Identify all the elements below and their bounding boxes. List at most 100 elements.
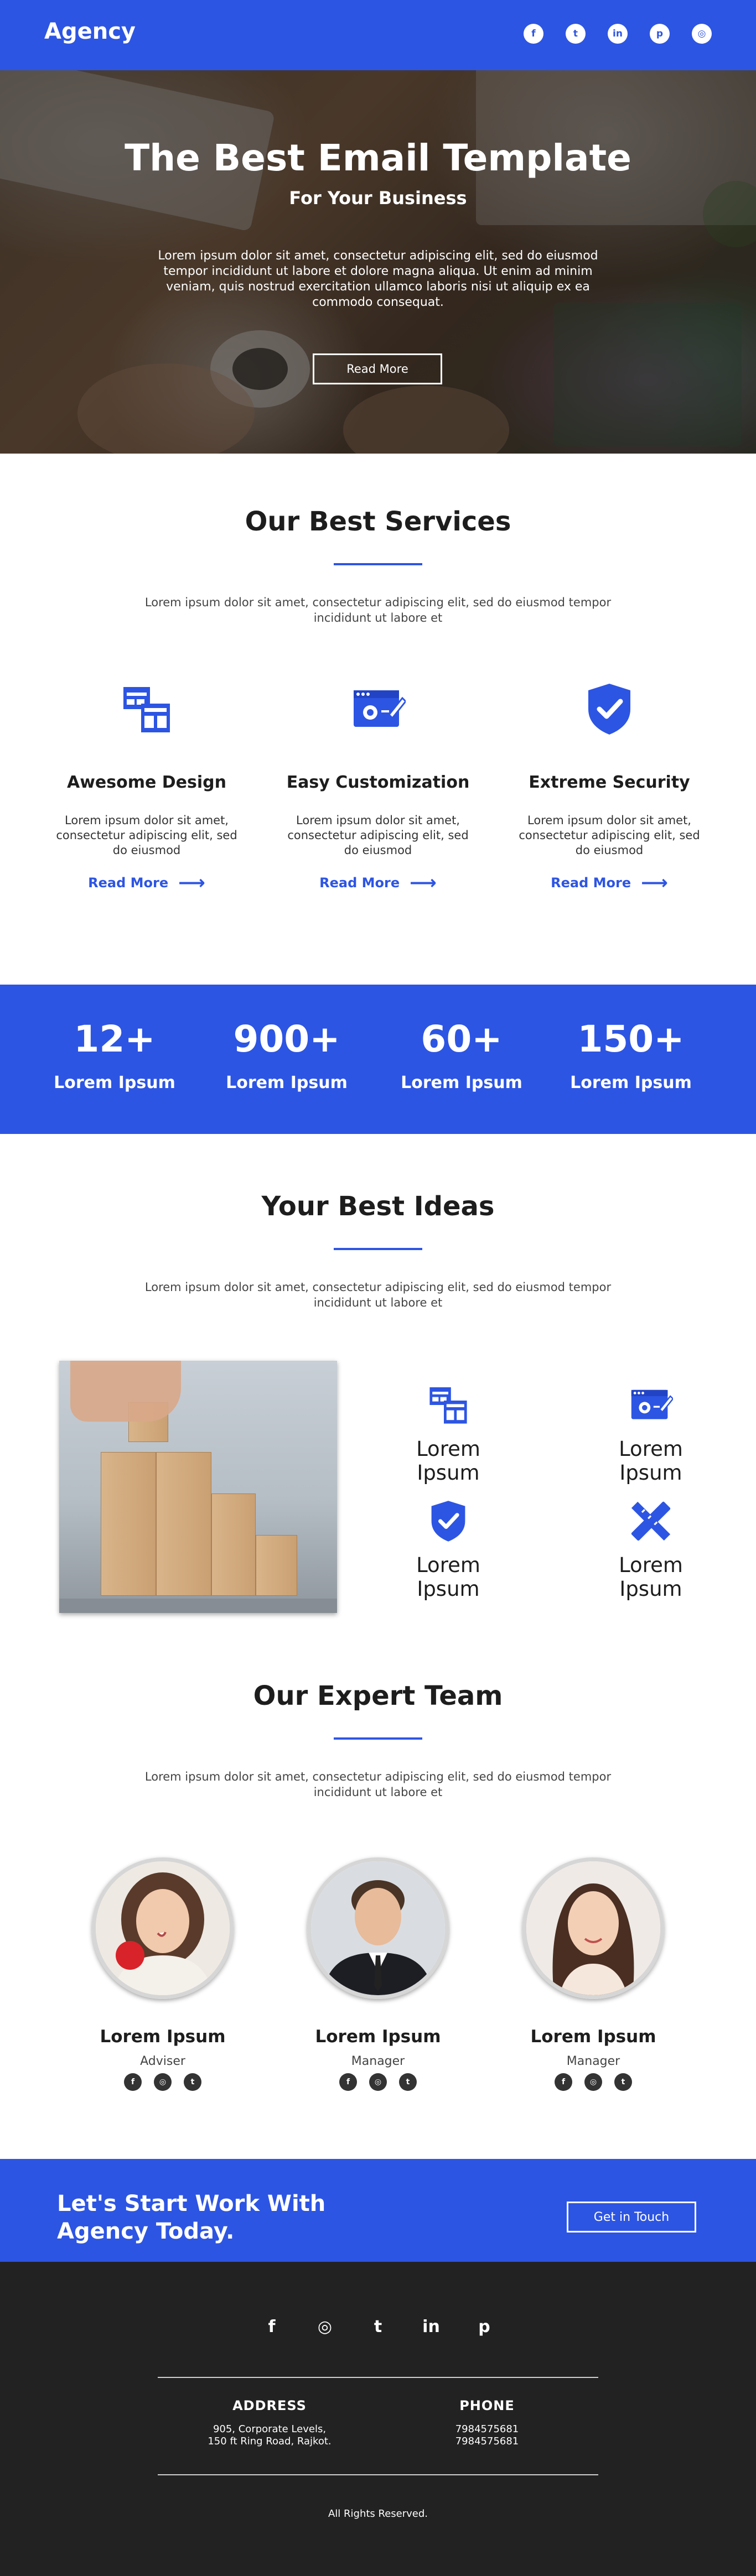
address-heading: ADDRESS — [232, 2398, 307, 2413]
idea-label: Lorem Ipsum — [416, 1553, 480, 1601]
services-subtitle: Lorem ipsum dolor sit amet, consectetur … — [144, 596, 612, 625]
member-name: Lorem Ipsum — [530, 2027, 656, 2047]
member-name: Lorem Ipsum — [100, 2027, 226, 2047]
services-divider — [334, 563, 422, 565]
facebook-icon[interactable]: f — [524, 24, 543, 44]
read-more-label: Read More — [88, 875, 169, 891]
ideas-title: Your Best Ideas — [261, 1191, 495, 1222]
team-title: Our Expert Team — [253, 1680, 503, 1711]
cta-band: Let's Start Work With Agency Today. Get … — [0, 2159, 756, 2262]
twitter-icon[interactable]: t — [614, 2073, 632, 2091]
arrow-right-icon: ⟶ — [410, 872, 437, 894]
hero-read-more-button[interactable]: Read More — [313, 353, 442, 384]
address-line: 150 ft Ring Road, Rajkot. — [208, 2436, 332, 2447]
service-text: Lorem ipsum dolor sit amet, consectetur … — [519, 814, 700, 857]
stat-label: Lorem Ipsum — [570, 1073, 692, 1092]
service-text: Lorem ipsum dolor sit amet, consectetur … — [56, 814, 237, 857]
footer-divider — [158, 2474, 598, 2475]
get-in-touch-button[interactable]: Get in Touch — [567, 2202, 696, 2232]
idea-label: Lorem Ipsum — [619, 1553, 683, 1601]
browser-settings-icon — [354, 690, 406, 727]
avatar — [92, 1857, 234, 1999]
footer: f ◎ t in p ADDRESS 905, Corporate Levels… — [0, 2262, 756, 2576]
service-read-more-link[interactable]: Read More ⟶ — [80, 872, 213, 894]
design-tools-icon — [631, 1501, 671, 1541]
hand-shape — [70, 1361, 181, 1422]
hero-text: Lorem ipsum dolor sit amet, consectetur … — [158, 249, 598, 309]
stat-label: Lorem Ipsum — [54, 1073, 175, 1092]
twitter-icon[interactable]: t — [184, 2073, 201, 2091]
cta-title: Let's Start Work With Agency Today. — [57, 2191, 326, 2244]
idea-label: Lorem Ipsum — [416, 1437, 480, 1485]
pinterest-icon[interactable]: p — [473, 2317, 495, 2336]
team-divider — [334, 1737, 422, 1740]
hero-title: The Best Email Template — [125, 137, 631, 179]
layout-icon — [123, 687, 170, 732]
footer-divider — [158, 2377, 598, 2378]
stat-number: 900+ — [233, 1018, 340, 1060]
linkedin-icon[interactable]: in — [608, 24, 628, 44]
instagram-icon[interactable]: ◎ — [314, 2317, 336, 2336]
member-role: Manager — [351, 2054, 405, 2068]
twitter-icon[interactable]: t — [566, 24, 586, 44]
address-line: 905, Corporate Levels, — [213, 2423, 327, 2435]
avatar — [307, 1857, 449, 1999]
instagram-icon[interactable]: ◎ — [154, 2073, 172, 2091]
phone-number[interactable]: 7984575681 — [432, 2436, 542, 2448]
stat-number: 12+ — [74, 1018, 156, 1060]
header-social-links: f t in p ◎ — [524, 24, 712, 44]
linkedin-icon[interactable]: in — [420, 2317, 442, 2336]
copyright-text: All Rights Reserved. — [328, 2508, 428, 2520]
member-social-links: f ◎ t — [80, 2073, 246, 2091]
footer-phone: PHONE 7984575681 7984575681 — [432, 2398, 542, 2448]
footer-social-links: f ◎ t in p — [0, 2317, 756, 2336]
service-title: Awesome Design — [66, 773, 227, 792]
twitter-icon[interactable]: t — [399, 2073, 417, 2091]
service-title: Easy Customization — [286, 773, 470, 792]
member-social-links: f ◎ t — [295, 2073, 461, 2091]
team-subtitle: Lorem ipsum dolor sit amet, consectetur … — [144, 1770, 612, 1799]
wooden-blocks-image — [59, 1361, 337, 1613]
stat-label: Lorem Ipsum — [401, 1073, 522, 1092]
member-role: Adviser — [140, 2054, 185, 2068]
read-more-label: Read More — [551, 875, 631, 891]
shield-check-icon — [588, 684, 630, 735]
hero-subtitle: For Your Business — [289, 188, 467, 209]
avatar — [522, 1857, 664, 1999]
ideas-subtitle: Lorem ipsum dolor sit amet, consectetur … — [144, 1281, 612, 1309]
read-more-label: Read More — [319, 875, 400, 891]
services-title: Our Best Services — [245, 506, 511, 537]
header-bar: Agency f t in p ◎ — [0, 0, 756, 70]
arrow-right-icon: ⟶ — [178, 872, 205, 894]
instagram-icon[interactable]: ◎ — [584, 2073, 602, 2091]
browser-settings-icon — [631, 1390, 673, 1419]
service-read-more-link[interactable]: Read More ⟶ — [543, 872, 676, 894]
service-text: Lorem ipsum dolor sit amet, consectetur … — [287, 814, 469, 857]
facebook-icon[interactable]: f — [555, 2073, 572, 2091]
ideas-divider — [334, 1248, 422, 1250]
member-social-links: f ◎ t — [510, 2073, 676, 2091]
stat-number: 60+ — [421, 1018, 503, 1060]
phone-heading: PHONE — [459, 2398, 515, 2413]
arrow-right-icon: ⟶ — [641, 872, 668, 894]
brand-logo[interactable]: Agency — [44, 19, 136, 44]
facebook-icon[interactable]: f — [339, 2073, 357, 2091]
facebook-icon[interactable]: f — [261, 2317, 283, 2336]
instagram-icon[interactable]: ◎ — [692, 24, 712, 44]
instagram-icon[interactable]: ◎ — [369, 2073, 387, 2091]
idea-label: Lorem Ipsum — [619, 1437, 683, 1485]
service-title: Extreme Security — [529, 773, 690, 792]
member-role: Manager — [566, 2054, 620, 2068]
twitter-icon[interactable]: t — [367, 2317, 389, 2336]
member-name: Lorem Ipsum — [315, 2027, 441, 2047]
shield-check-icon — [431, 1501, 465, 1542]
service-read-more-link[interactable]: Read More ⟶ — [312, 872, 444, 894]
phone-number[interactable]: 7984575681 — [432, 2423, 542, 2436]
facebook-icon[interactable]: f — [124, 2073, 142, 2091]
stat-number: 150+ — [577, 1018, 685, 1060]
stats-band: 12+ Lorem Ipsum 900+ Lorem Ipsum 60+ Lor… — [0, 985, 756, 1134]
footer-address: ADDRESS 905, Corporate Levels, 150 ft Ri… — [187, 2398, 353, 2448]
layout-icon — [429, 1387, 467, 1424]
pinterest-icon[interactable]: p — [650, 24, 670, 44]
hero-banner: The Best Email Template For Your Busines… — [0, 70, 756, 454]
